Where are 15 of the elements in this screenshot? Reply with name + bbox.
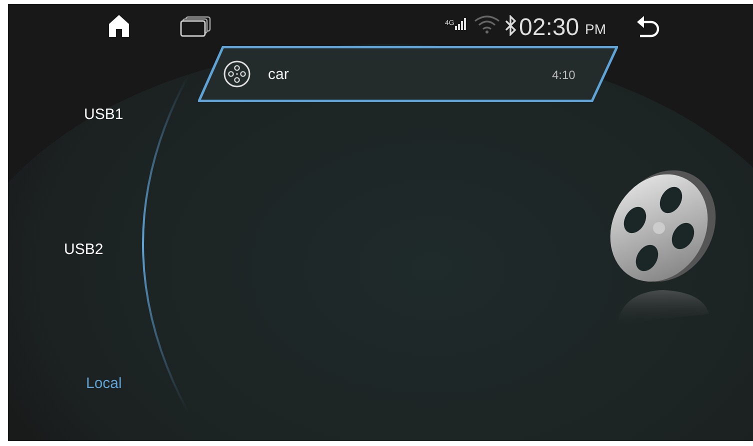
source-tab[interactable]: Local [82,371,126,398]
source-tab[interactable]: USB1 [80,102,128,128]
signal-icon [455,18,467,30]
source-tab[interactable]: USB2 [60,237,108,264]
clock-time: 02:30 [519,13,580,43]
bluetooth-icon [504,15,517,36]
file-duration: 4:10 [552,67,576,84]
home-icon[interactable] [108,14,130,38]
file-title: car [268,65,289,85]
film-reel-icon [223,60,251,88]
file-row[interactable] [198,46,618,102]
clock-meridiem: PM [585,20,606,39]
recent-apps-icon[interactable] [180,16,212,37]
back-icon[interactable] [636,14,660,38]
wifi-icon [474,15,500,34]
